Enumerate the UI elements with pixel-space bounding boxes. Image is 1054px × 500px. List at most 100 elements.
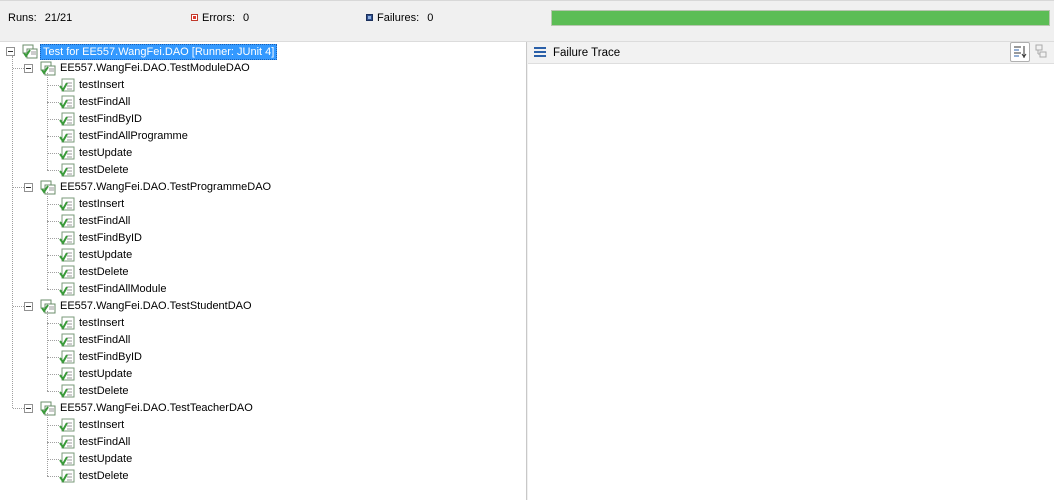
collapse-toggle[interactable] (24, 404, 33, 413)
test-node[interactable]: testDelete (0, 264, 520, 281)
collapse-toggle[interactable] (24, 183, 33, 192)
tree-guide-line (47, 192, 48, 289)
test-node[interactable]: testFindByID (0, 111, 520, 128)
test-pass-icon (59, 316, 75, 331)
errors-counter: Errors: 0 (191, 12, 249, 25)
test-node[interactable]: testUpdate (0, 366, 520, 383)
test-node[interactable]: testFindAllModule (0, 281, 520, 298)
tree-root-label[interactable]: Test for EE557.WangFei.DAO [Runner: JUni… (40, 44, 278, 60)
tree-guide-line (47, 357, 59, 358)
test-progress-bar (551, 10, 1050, 26)
test-node[interactable]: testInsert (0, 196, 520, 213)
tree-guide-line (47, 323, 59, 324)
test-label: testUpdate (79, 368, 133, 380)
test-pass-icon (59, 367, 75, 382)
suite-node[interactable]: EE557.WangFei.DAO.TestProgrammeDAO (0, 179, 520, 196)
failure-icon (366, 13, 373, 21)
tree-guide-line (47, 221, 59, 222)
test-node[interactable]: testUpdate (0, 145, 520, 162)
test-node[interactable]: testUpdate (0, 247, 520, 264)
test-label: testFindAll (79, 436, 131, 448)
test-label: testFindByID (79, 351, 142, 363)
test-node[interactable]: testFindAllProgramme (0, 128, 520, 145)
tree-guide-line (47, 311, 48, 391)
suite-label: EE557.WangFei.DAO.TestProgrammeDAO (60, 181, 272, 193)
test-label: testInsert (79, 198, 125, 210)
test-label: testDelete (79, 470, 129, 482)
test-node[interactable]: testFindByID (0, 230, 520, 247)
test-run-icon (22, 44, 38, 59)
test-suite-icon (40, 299, 56, 314)
test-pass-icon (59, 95, 75, 110)
tree-guide-line (47, 204, 59, 205)
suite-node[interactable]: EE557.WangFei.DAO.TestStudentDAO (0, 298, 520, 315)
tree-guide-line (47, 442, 59, 443)
tree-guide-line (47, 85, 59, 86)
test-node[interactable]: testDelete (0, 468, 520, 485)
test-pass-icon (59, 452, 75, 467)
collapse-toggle[interactable] (24, 64, 33, 73)
tree-guide-line (13, 408, 24, 409)
failure-trace-title: Failure Trace (553, 47, 621, 59)
test-node[interactable]: testInsert (0, 315, 520, 332)
test-pass-icon (59, 418, 75, 433)
suite-label: EE557.WangFei.DAO.TestTeacherDAO (60, 402, 253, 414)
test-node[interactable]: testFindAll (0, 434, 520, 451)
test-tree-panel[interactable]: Test for EE557.WangFei.DAO [Runner: JUni… (0, 42, 527, 500)
tree-guide-line (47, 476, 59, 477)
test-label: testFindAll (79, 215, 131, 227)
test-suite-icon (40, 61, 56, 76)
test-pass-icon (59, 163, 75, 178)
tree-guide-line (47, 136, 59, 137)
tree-guide-line (47, 102, 59, 103)
top-divider (0, 0, 1054, 1)
test-pass-icon (59, 350, 75, 365)
test-node[interactable]: testDelete (0, 162, 520, 179)
collapse-toggle[interactable] (6, 47, 15, 56)
tree-guide-line (47, 119, 59, 120)
test-label: testInsert (79, 317, 125, 329)
filter-stack-button[interactable] (1010, 42, 1030, 62)
test-pass-icon (59, 248, 75, 263)
test-node[interactable]: testInsert (0, 417, 520, 434)
tree-guide-line (13, 68, 24, 69)
error-icon (191, 13, 198, 21)
test-node[interactable]: testUpdate (0, 451, 520, 468)
test-pass-icon (59, 265, 75, 280)
suite-node[interactable]: EE557.WangFei.DAO.TestModuleDAO (0, 60, 520, 77)
test-node[interactable]: testDelete (0, 383, 520, 400)
errors-value: 0 (243, 12, 250, 24)
test-status-bar: Runs: 21/21 Errors: 0 Failures: 0 (0, 0, 1054, 42)
tree-root[interactable]: Test for EE557.WangFei.DAO [Runner: JUni… (0, 43, 520, 60)
collapse-toggle[interactable] (24, 302, 33, 311)
suite-node[interactable]: EE557.WangFei.DAO.TestTeacherDAO (0, 400, 520, 417)
failures-label: Failures: (377, 12, 420, 24)
test-node[interactable]: testFindAll (0, 332, 520, 349)
test-node[interactable]: testFindAll (0, 94, 520, 111)
tree-guide-line (47, 272, 59, 273)
test-label: testDelete (79, 266, 129, 278)
test-label: testDelete (79, 164, 129, 176)
tree-guide-line (47, 238, 59, 239)
test-label: testFindAll (79, 96, 131, 108)
list-icon (534, 47, 546, 58)
test-label: testDelete (79, 385, 129, 397)
test-node[interactable]: testFindAll (0, 213, 520, 230)
test-pass-icon (59, 112, 75, 127)
runs-value: 21/21 (44, 12, 73, 24)
tree-guide-line (47, 289, 59, 290)
test-node[interactable]: testInsert (0, 77, 520, 94)
test-label: testFindAllProgramme (79, 130, 188, 142)
test-pass-icon (59, 435, 75, 450)
tree-guide-line (13, 187, 24, 188)
tree-guide-line (47, 153, 59, 154)
compare-button[interactable] (1032, 42, 1052, 62)
compare-icon (1035, 44, 1047, 58)
tree-guide-line (47, 459, 59, 460)
failures-value: 0 (427, 12, 434, 24)
test-label: testFindByID (79, 113, 142, 125)
test-pass-icon (59, 214, 75, 229)
test-label: testUpdate (79, 453, 133, 465)
test-node[interactable]: testFindByID (0, 349, 520, 366)
runs-label: Runs: (8, 12, 37, 24)
